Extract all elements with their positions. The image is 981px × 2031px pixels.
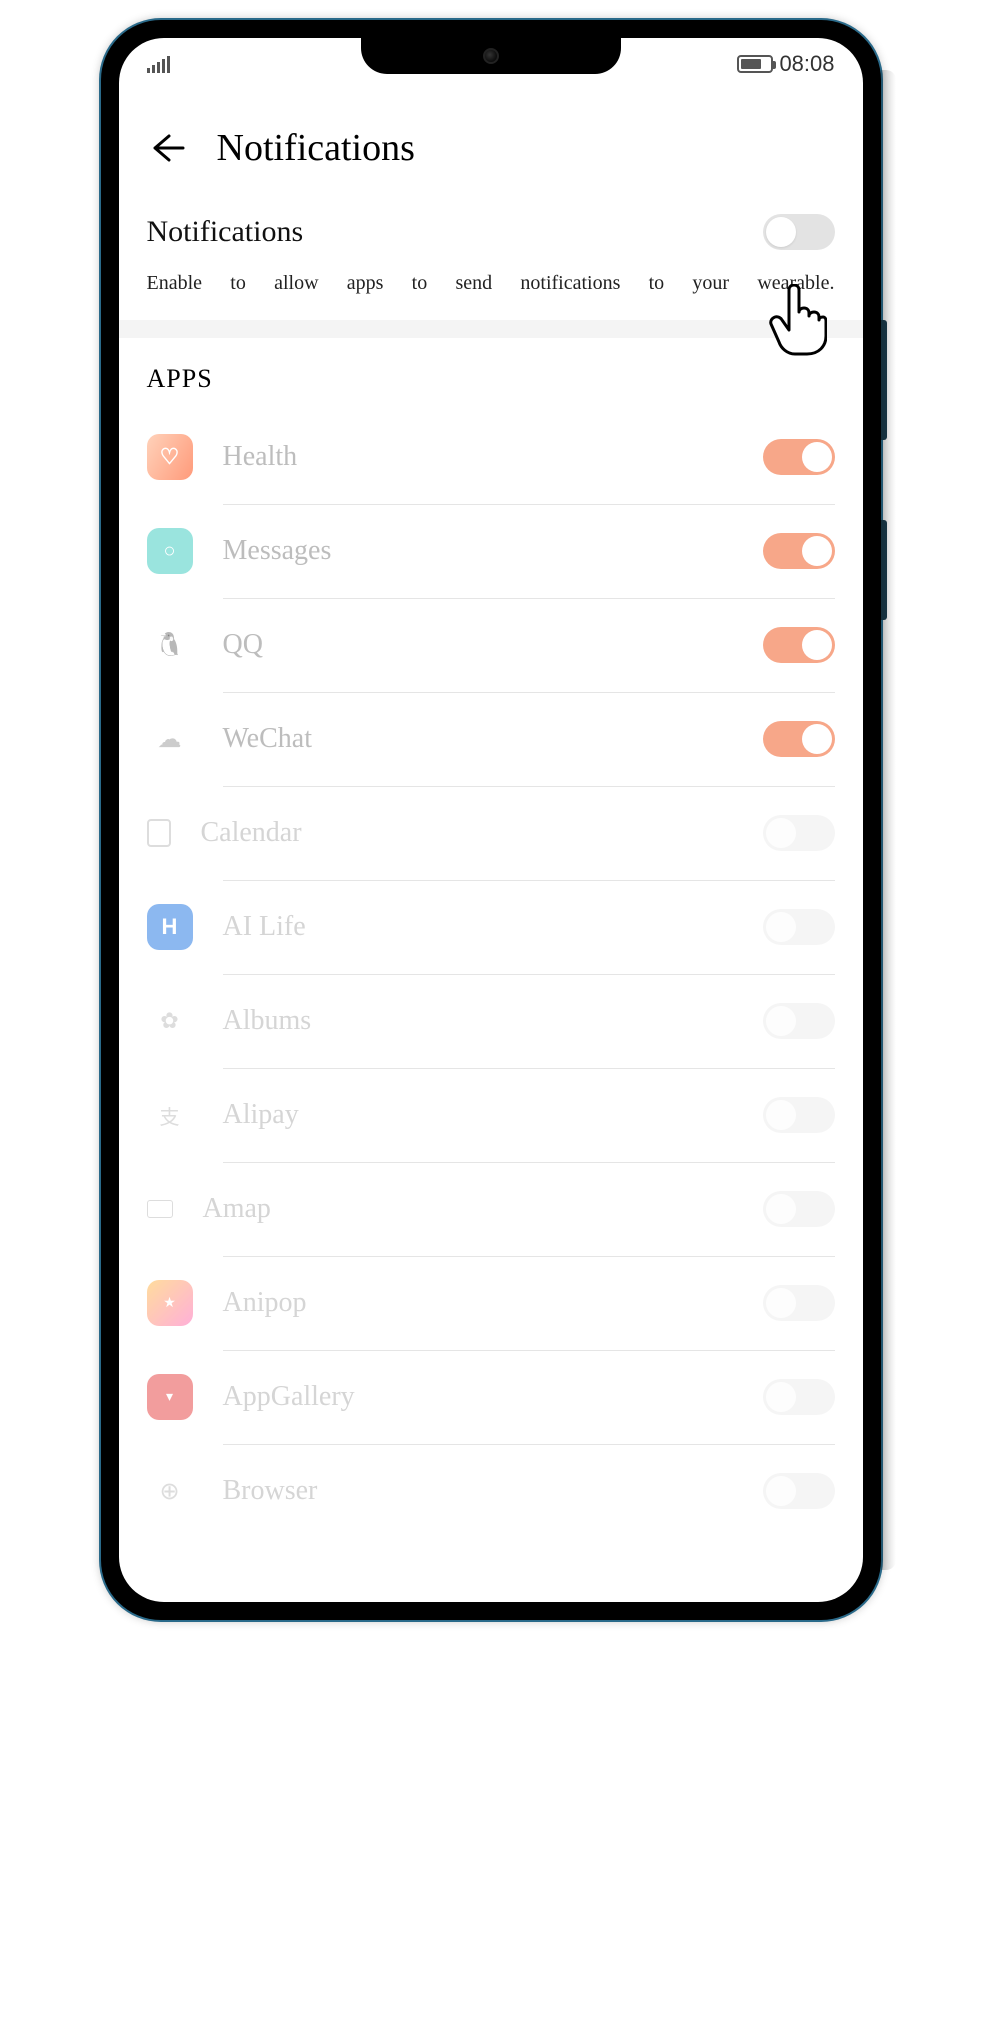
- app-toggle-wechat[interactable]: [763, 721, 835, 757]
- ailife-icon: [147, 904, 193, 950]
- app-name-label: Alipay: [223, 1099, 733, 1131]
- app-row-appgallery: AppGallery: [147, 1350, 835, 1444]
- app-toggle-amap[interactable]: [763, 1191, 835, 1227]
- calendar-icon: [147, 819, 171, 847]
- messages-icon: [147, 528, 193, 574]
- app-toggle-ailife[interactable]: [763, 909, 835, 945]
- app-name-label: Amap: [203, 1193, 733, 1225]
- app-row-browser: Browser: [147, 1444, 835, 1538]
- app-toggle-albums[interactable]: [763, 1003, 835, 1039]
- app-name-label: QQ: [223, 629, 733, 661]
- app-name-label: Calendar: [201, 817, 733, 849]
- pointer-hand-icon: [767, 284, 827, 356]
- clock: 08:08: [779, 51, 834, 77]
- screen: 08:08 Notifications Notifications Enable…: [119, 38, 863, 1602]
- alipay-icon: [147, 1092, 193, 1138]
- app-row-messages: Messages: [147, 504, 835, 598]
- albums-icon: [147, 998, 193, 1044]
- battery-icon: [737, 55, 773, 73]
- app-toggle-appgallery[interactable]: [763, 1379, 835, 1415]
- back-button[interactable]: [147, 128, 187, 168]
- master-notifications-toggle[interactable]: [763, 214, 835, 250]
- app-row-ailife: AI Life: [147, 880, 835, 974]
- phone-frame: 08:08 Notifications Notifications Enable…: [101, 20, 881, 1620]
- notch: [361, 38, 621, 74]
- health-icon: [147, 434, 193, 480]
- browser-icon: [147, 1468, 193, 1514]
- master-notifications-description: Enable to allow apps to send notificatio…: [119, 260, 863, 320]
- app-row-calendar: Calendar: [147, 786, 835, 880]
- page-title: Notifications: [217, 126, 415, 170]
- signal-icon: [147, 56, 170, 73]
- apps-list: Health Messages QQ WeChat Calendar AI Life Alb…: [119, 410, 863, 1538]
- app-row-albums: Albums: [147, 974, 835, 1068]
- app-toggle-anipop[interactable]: [763, 1285, 835, 1321]
- app-row-alipay: Alipay: [147, 1068, 835, 1162]
- app-row-amap: Amap: [147, 1162, 835, 1256]
- app-name-label: Albums: [223, 1005, 733, 1037]
- app-row-health: Health: [147, 410, 835, 504]
- qq-icon: [147, 622, 193, 668]
- app-row-anipop: Anipop: [147, 1256, 835, 1350]
- apps-section-header: APPS: [119, 338, 863, 410]
- app-toggle-calendar[interactable]: [763, 815, 835, 851]
- app-toggle-qq[interactable]: [763, 627, 835, 663]
- app-name-label: Messages: [223, 535, 733, 567]
- master-notifications-row: Notifications: [119, 190, 863, 260]
- master-notifications-label: Notifications: [147, 215, 304, 249]
- page-header: Notifications: [119, 86, 863, 190]
- app-name-label: AI Life: [223, 911, 733, 943]
- app-row-qq: QQ: [147, 598, 835, 692]
- shadow: [881, 70, 896, 1570]
- app-toggle-health[interactable]: [763, 439, 835, 475]
- back-arrow-icon: [149, 130, 185, 166]
- app-name-label: WeChat: [223, 723, 733, 755]
- appgallery-icon: [147, 1374, 193, 1420]
- app-name-label: Browser: [223, 1475, 733, 1507]
- wechat-icon: [147, 716, 193, 762]
- app-toggle-browser[interactable]: [763, 1473, 835, 1509]
- amap-icon: [147, 1200, 173, 1218]
- app-name-label: Health: [223, 441, 733, 473]
- anipop-icon: [147, 1280, 193, 1326]
- app-toggle-messages[interactable]: [763, 533, 835, 569]
- app-name-label: Anipop: [223, 1287, 733, 1319]
- app-row-wechat: WeChat: [147, 692, 835, 786]
- app-toggle-alipay[interactable]: [763, 1097, 835, 1133]
- app-name-label: AppGallery: [223, 1381, 733, 1413]
- section-divider: [119, 320, 863, 338]
- front-camera: [483, 48, 499, 64]
